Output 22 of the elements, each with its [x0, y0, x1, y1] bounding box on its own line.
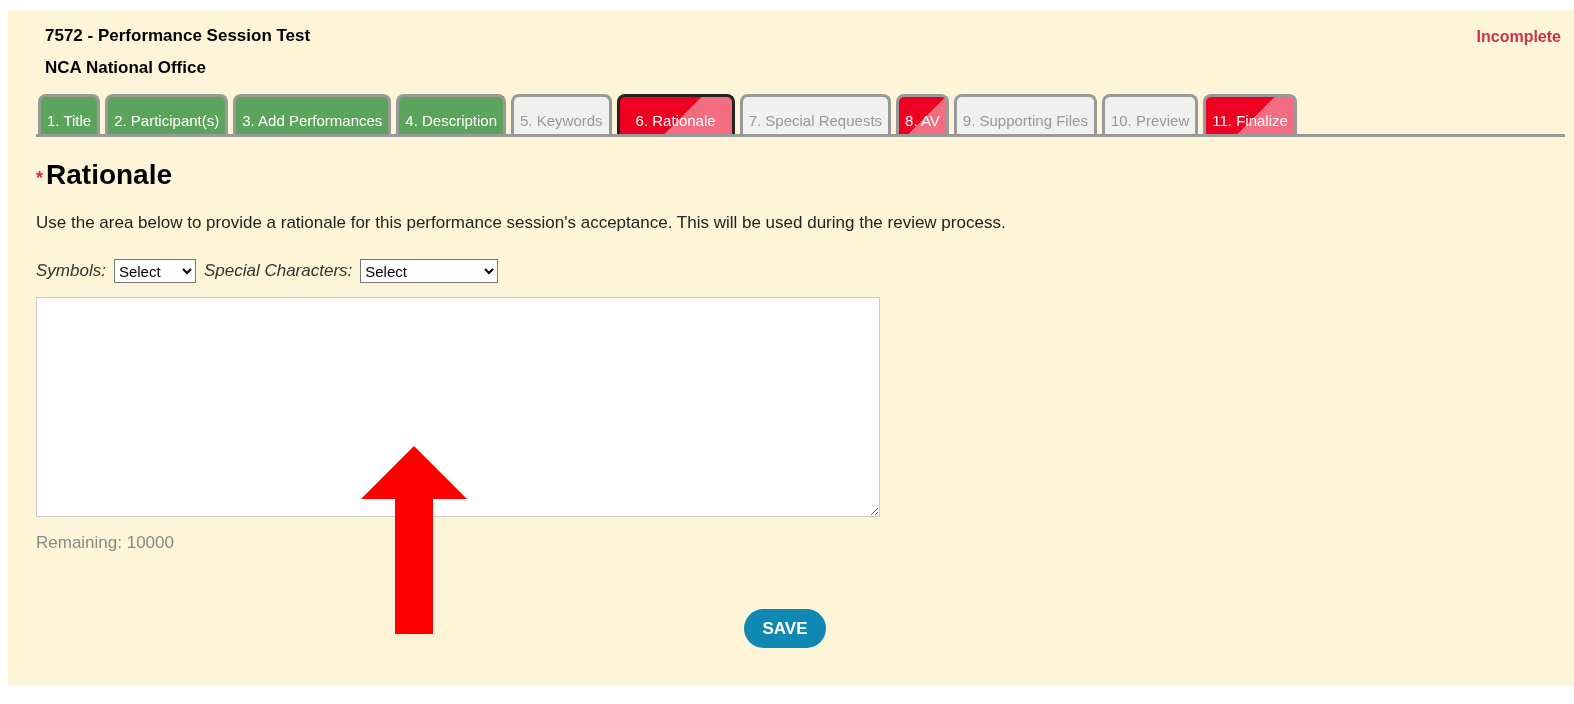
section-heading: Rationale: [46, 159, 173, 191]
step-tab[interactable]: 1. Title: [38, 94, 101, 134]
rationale-textarea[interactable]: [36, 297, 880, 517]
step-tab[interactable]: 8. AV: [896, 94, 949, 134]
symbols-dropdown[interactable]: Select: [113, 259, 196, 283]
special-characters-label: Special Characters:: [203, 261, 353, 281]
instructions-text: Use the area below to provide a rationale for this performance session's acceptance. This will be used during the review process.: [36, 213, 1007, 233]
remaining-count: Remaining: 10000: [36, 533, 175, 553]
session-title: 7572 - Performance Session Test: [45, 25, 311, 47]
step-tab[interactable]: 4. Description: [396, 94, 507, 134]
step-tab[interactable]: 3. Add Performances: [233, 94, 392, 134]
save-button[interactable]: SAVE: [744, 609, 826, 648]
symbols-label: Symbols:: [36, 261, 106, 281]
organization-name: NCA National Office: [45, 57, 207, 79]
special-characters-dropdown[interactable]: Select: [360, 259, 499, 283]
step-tab[interactable]: 7. Special Requests: [739, 94, 892, 134]
required-mark: *: [36, 168, 43, 189]
step-tab[interactable]: 5. Keywords: [511, 94, 612, 134]
step-tab[interactable]: 2. Participant(s): [105, 94, 229, 134]
step-tab[interactable]: 9. Supporting Files: [953, 94, 1097, 134]
step-tab[interactable]: 10. Preview: [1101, 94, 1199, 134]
status-label: Incomplete: [1476, 27, 1561, 47]
